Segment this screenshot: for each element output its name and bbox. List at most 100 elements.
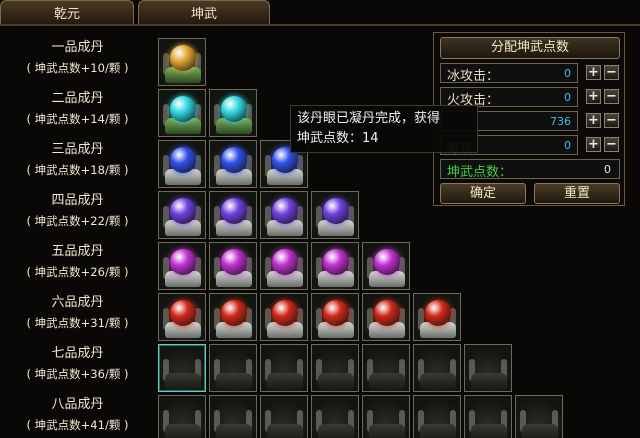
- plus-button[interactable]: +: [586, 137, 601, 152]
- pill-orb-icon: [272, 249, 298, 275]
- pedestal-base: [318, 424, 354, 438]
- stat-value: 0: [564, 139, 571, 152]
- plus-button[interactable]: +: [586, 89, 601, 104]
- minus-button[interactable]: −: [604, 89, 619, 104]
- pill-grade-name: 七品成丹: [51, 346, 104, 361]
- reset-button[interactable]: 重置: [534, 183, 620, 204]
- pill-slot-filled[interactable]: [260, 191, 308, 239]
- tab-kunwu[interactable]: 坤武: [138, 0, 270, 24]
- pill-grade-points: ( 坤武点数+26/颗 ): [26, 265, 129, 279]
- pill-slot-filled[interactable]: [362, 293, 410, 341]
- pill-orb-icon: [170, 96, 196, 122]
- pedestal-base: [471, 424, 507, 438]
- stat-fire-attack: 火攻击： 0: [440, 87, 578, 108]
- pill-slot-filled[interactable]: [209, 191, 257, 239]
- pill-slot-empty[interactable]: [260, 395, 308, 438]
- pedestal-base: [267, 373, 303, 389]
- pill-slot-empty[interactable]: [413, 395, 461, 438]
- pill-grade-name: 一品成丹: [51, 40, 104, 55]
- pill-orb-icon: [170, 147, 196, 173]
- pill-slot-empty[interactable]: [362, 344, 410, 392]
- pill-slot-filled[interactable]: [158, 293, 206, 341]
- pedestal-base: [216, 373, 252, 389]
- pill-orb-icon: [221, 96, 247, 122]
- pill-slot-filled[interactable]: [260, 242, 308, 290]
- row-label: 三品成丹 ( 坤武点数+18/颗 ): [0, 140, 155, 180]
- row-label: 五品成丹 ( 坤武点数+26/颗 ): [0, 242, 155, 282]
- pedestal-base: [420, 424, 456, 438]
- minus-button[interactable]: −: [604, 137, 619, 152]
- pill-grade-points: ( 坤武点数+10/颗 ): [26, 61, 129, 75]
- pill-slot-filled[interactable]: [362, 242, 410, 290]
- row-label: 四品成丹 ( 坤武点数+22/颗 ): [0, 191, 155, 231]
- row-label: 六品成丹 ( 坤武点数+31/颗 ): [0, 293, 155, 333]
- pill-slot-filled[interactable]: [209, 140, 257, 188]
- pill-grade-name: 六品成丹: [51, 295, 104, 310]
- pill-grade-points: ( 坤武点数+41/颗 ): [26, 418, 129, 432]
- pill-slot-empty[interactable]: [464, 344, 512, 392]
- plus-button[interactable]: +: [586, 113, 601, 128]
- stat-ice-attack: 冰攻击： 0: [440, 63, 578, 84]
- pill-slot-filled[interactable]: [158, 38, 206, 86]
- pill-slot-filled[interactable]: [311, 293, 359, 341]
- pill-slot-empty[interactable]: [209, 344, 257, 392]
- row-label: 二品成丹 ( 坤武点数+14/颗 ): [0, 89, 155, 129]
- pill-slot-empty[interactable]: [413, 344, 461, 392]
- total-points: 坤武点数： 0: [440, 159, 620, 180]
- pill-slot-filled[interactable]: [158, 89, 206, 137]
- pill-grade-points: ( 坤武点数+36/颗 ): [26, 367, 129, 381]
- pill-slot-filled[interactable]: [209, 242, 257, 290]
- stat-value: 0: [564, 67, 571, 80]
- pill-orb-icon: [272, 198, 298, 224]
- pill-slot-empty[interactable]: [311, 395, 359, 438]
- pill-slot-filled[interactable]: [311, 242, 359, 290]
- pill-slot-filled[interactable]: [158, 140, 206, 188]
- pill-slot-empty[interactable]: [311, 344, 359, 392]
- tab-bar-divider: [0, 24, 640, 26]
- pill-slot-filled[interactable]: [311, 191, 359, 239]
- stat-value: 736: [550, 115, 571, 128]
- pill-slot-filled[interactable]: [209, 89, 257, 137]
- pill-slot-empty[interactable]: [464, 395, 512, 438]
- pill-orb-icon: [323, 300, 349, 326]
- pedestal-base: [369, 424, 405, 438]
- pill-orb-icon: [323, 249, 349, 275]
- row-label: 七品成丹 ( 坤武点数+36/颗 ): [0, 344, 155, 384]
- pill-orb-icon: [374, 300, 400, 326]
- pill-slot-filled[interactable]: [260, 293, 308, 341]
- plus-button[interactable]: +: [586, 65, 601, 80]
- tooltip-line-2: 坤武点数：14: [297, 131, 379, 146]
- pedestal-base: [318, 373, 354, 389]
- pill-grade-name: 八品成丹: [51, 397, 104, 412]
- pill-slot-empty[interactable]: [158, 344, 206, 392]
- pill-slot-filled[interactable]: [158, 191, 206, 239]
- minus-button[interactable]: −: [604, 113, 619, 128]
- pill-grade-points: ( 坤武点数+31/颗 ): [26, 316, 129, 330]
- tab-qianyuan[interactable]: 乾元: [0, 0, 134, 24]
- pill-slot-empty[interactable]: [158, 395, 206, 438]
- pill-orb-icon: [323, 198, 349, 224]
- confirm-button[interactable]: 确定: [440, 183, 526, 204]
- pill-slot-filled[interactable]: [158, 242, 206, 290]
- pill-orb-icon: [221, 300, 247, 326]
- pill-slot-empty[interactable]: [515, 395, 563, 438]
- row-label: 一品成丹 ( 坤武点数+10/颗 ): [0, 38, 155, 78]
- pill-slot-filled[interactable]: [413, 293, 461, 341]
- pill-tooltip: 该丹眼已凝丹完成，获得 坤武点数：14: [290, 105, 478, 153]
- pill-grade-name: 三品成丹: [51, 142, 104, 157]
- pedestal-base: [267, 424, 303, 438]
- pill-grade-points: ( 坤武点数+18/颗 ): [26, 163, 129, 177]
- pill-orb-icon: [221, 249, 247, 275]
- pill-slot-empty[interactable]: [362, 395, 410, 438]
- pill-grade-name: 二品成丹: [51, 91, 104, 106]
- pill-orb-icon: [272, 300, 298, 326]
- pill-slot-filled[interactable]: [209, 293, 257, 341]
- minus-button[interactable]: −: [604, 65, 619, 80]
- panel-title: 分配坤武点数: [440, 37, 620, 59]
- pill-slot-empty[interactable]: [260, 344, 308, 392]
- pedestal-base: [216, 424, 252, 438]
- row-label: 八品成丹 ( 坤武点数+41/颗 ): [0, 395, 155, 435]
- pill-grade-points: ( 坤武点数+14/颗 ): [26, 112, 129, 126]
- pill-slot-empty[interactable]: [209, 395, 257, 438]
- pill-grade-points: ( 坤武点数+22/颗 ): [26, 214, 129, 228]
